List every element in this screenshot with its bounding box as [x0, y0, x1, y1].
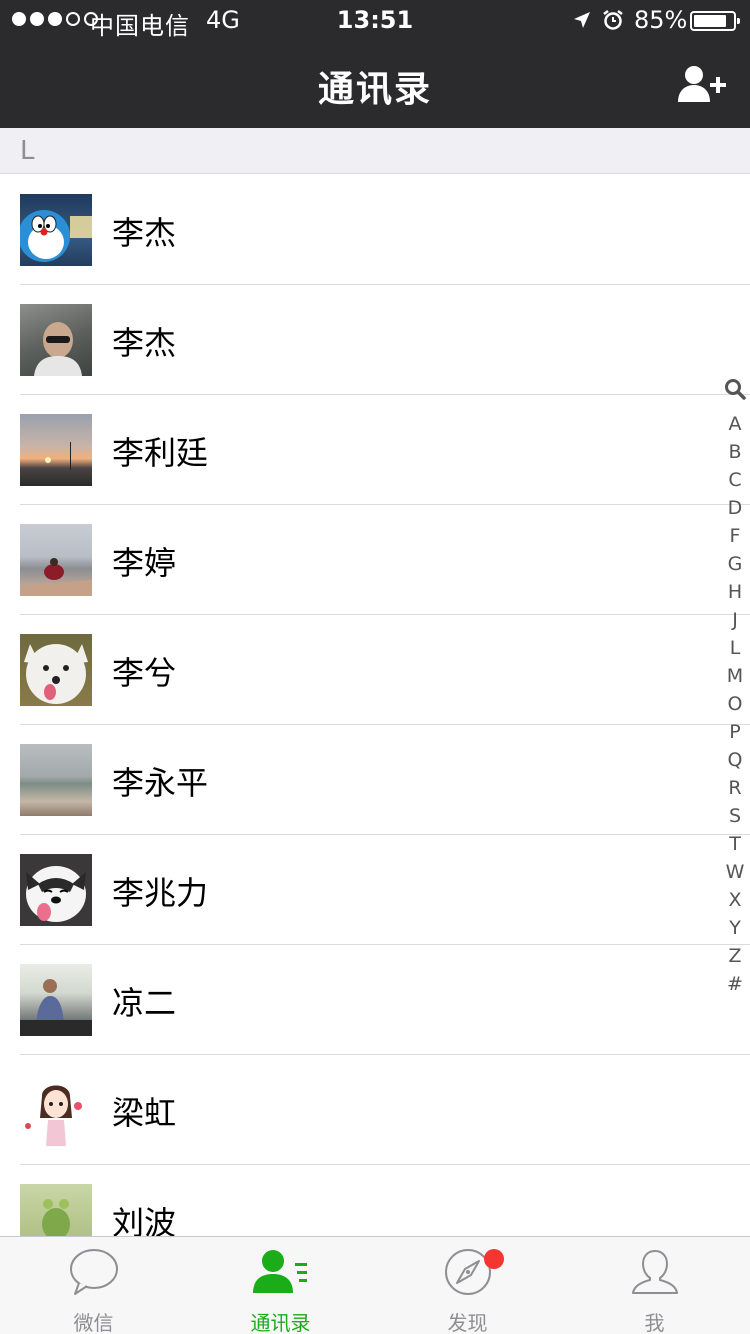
- top-bar: 中国电信 4G 13:51 85% 通讯录: [0, 0, 750, 128]
- index-letter[interactable]: F: [722, 522, 748, 550]
- contact-name: 李兆力: [112, 874, 209, 912]
- contact-name: 凉二: [112, 984, 177, 1022]
- avatar: [20, 964, 92, 1036]
- battery-icon: [690, 11, 740, 31]
- index-letter[interactable]: W: [722, 858, 748, 886]
- avatar: [20, 634, 92, 706]
- add-contact-icon[interactable]: [676, 64, 728, 104]
- avatar: [20, 524, 92, 596]
- contact-name: 李兮: [112, 654, 177, 692]
- tab-label: 通讯录: [250, 1311, 311, 1334]
- contact-name: 李永平: [112, 764, 209, 802]
- index-letter[interactable]: L: [722, 634, 748, 662]
- tab-label: 微信: [73, 1311, 114, 1334]
- index-letter[interactable]: O: [722, 690, 748, 718]
- index-letter[interactable]: Q: [722, 746, 748, 774]
- page-title: 通讯录: [317, 69, 432, 110]
- contact-list: 李杰 李杰 李利廷 李婷 李兮 李永平 李兆力 凉二 梁虹 刘波: [0, 175, 750, 1275]
- contact-name: 梁虹: [112, 1094, 177, 1132]
- index-letter[interactable]: H: [722, 578, 748, 606]
- contact-row[interactable]: 李婷: [0, 505, 750, 615]
- contact-row[interactable]: 李杰: [0, 285, 750, 395]
- person-icon: [631, 1250, 678, 1294]
- index-letter[interactable]: M: [722, 662, 748, 690]
- contact-name: 李杰: [112, 214, 177, 252]
- search-icon[interactable]: [724, 378, 746, 400]
- discover-badge-dot: [484, 1249, 504, 1269]
- contact-row[interactable]: 李杰: [0, 175, 750, 285]
- alphabet-index[interactable]: A B C D F G H J L M O P Q R S T W X Y Z #: [722, 374, 748, 998]
- index-letter[interactable]: S: [722, 802, 748, 830]
- index-letter[interactable]: X: [722, 886, 748, 914]
- index-letter[interactable]: P: [722, 718, 748, 746]
- avatar: [20, 414, 92, 486]
- index-letter[interactable]: J: [722, 606, 748, 634]
- tab-bar: 微信 通讯录 发现 我: [0, 1236, 750, 1334]
- tab-label: 我: [644, 1311, 665, 1334]
- index-letter[interactable]: G: [722, 550, 748, 578]
- section-letter: L: [20, 136, 35, 166]
- section-header: L: [0, 128, 750, 174]
- alarm-clock-icon: [603, 10, 623, 30]
- tab-me[interactable]: 我: [561, 1237, 748, 1334]
- tab-discover[interactable]: 发现: [374, 1237, 561, 1334]
- avatar: [20, 854, 92, 926]
- index-letter[interactable]: D: [722, 494, 748, 522]
- index-letter[interactable]: Y: [722, 914, 748, 942]
- avatar: [20, 744, 92, 816]
- index-letter[interactable]: T: [722, 830, 748, 858]
- index-letter[interactable]: Z: [722, 942, 748, 970]
- contact-row[interactable]: 梁虹: [0, 1055, 750, 1165]
- contact-row[interactable]: 李兆力: [0, 835, 750, 945]
- index-letter[interactable]: R: [722, 774, 748, 802]
- contact-row[interactable]: 李利廷: [0, 395, 750, 505]
- tab-chats[interactable]: 微信: [0, 1237, 187, 1334]
- battery-percent: 85%: [634, 6, 688, 34]
- contact-name: 李婷: [112, 544, 177, 582]
- location-arrow-icon: [574, 12, 590, 28]
- contact-row[interactable]: 凉二: [0, 945, 750, 1055]
- index-letter[interactable]: A: [722, 410, 748, 438]
- contact-row[interactable]: 李兮: [0, 615, 750, 725]
- tab-contacts[interactable]: 通讯录: [187, 1237, 374, 1334]
- status-bar: 中国电信 4G 13:51 85%: [0, 0, 750, 40]
- chat-bubble-icon: [69, 1249, 118, 1295]
- avatar: [20, 194, 92, 266]
- index-letter[interactable]: B: [722, 438, 748, 466]
- contacts-icon: [252, 1250, 307, 1293]
- index-letter[interactable]: #: [722, 970, 748, 998]
- contact-row[interactable]: 李永平: [0, 725, 750, 835]
- tab-label: 发现: [447, 1311, 488, 1334]
- avatar: [20, 1074, 92, 1146]
- index-letter[interactable]: C: [722, 466, 748, 494]
- contact-name: 李杰: [112, 324, 177, 362]
- contact-name: 李利廷: [112, 434, 209, 472]
- avatar: [20, 304, 92, 376]
